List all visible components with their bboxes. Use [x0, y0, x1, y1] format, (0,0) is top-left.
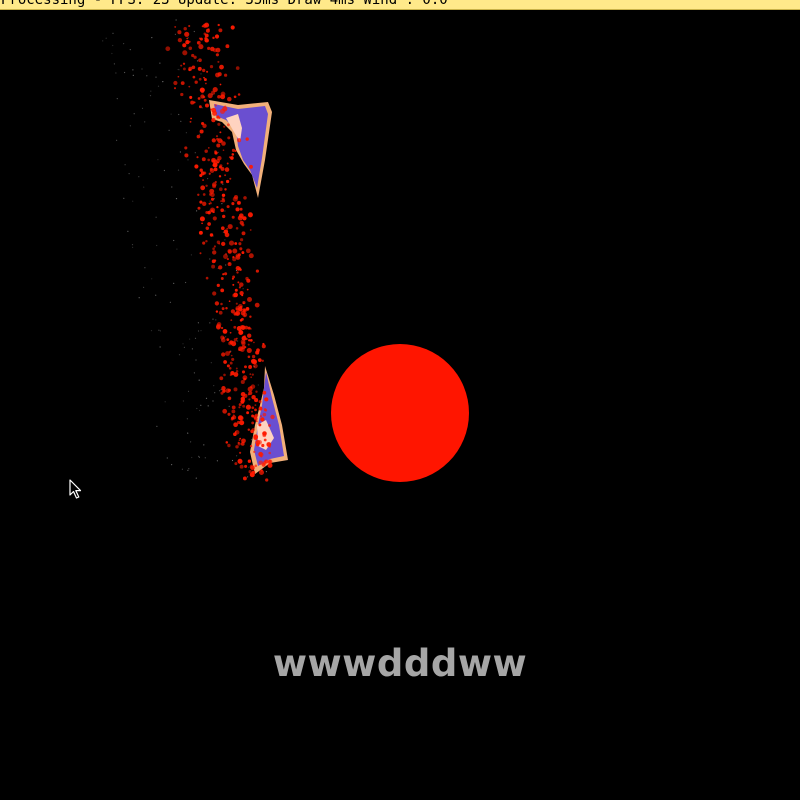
red-ball[interactable] — [331, 344, 469, 482]
upper-cloth-flag — [209, 100, 272, 198]
mouse-pointer-icon — [69, 479, 82, 499]
smoke-trail — [102, 19, 269, 479]
typed-keys-text: wwwdddww — [272, 642, 528, 685]
cloth-flags — [209, 100, 288, 474]
